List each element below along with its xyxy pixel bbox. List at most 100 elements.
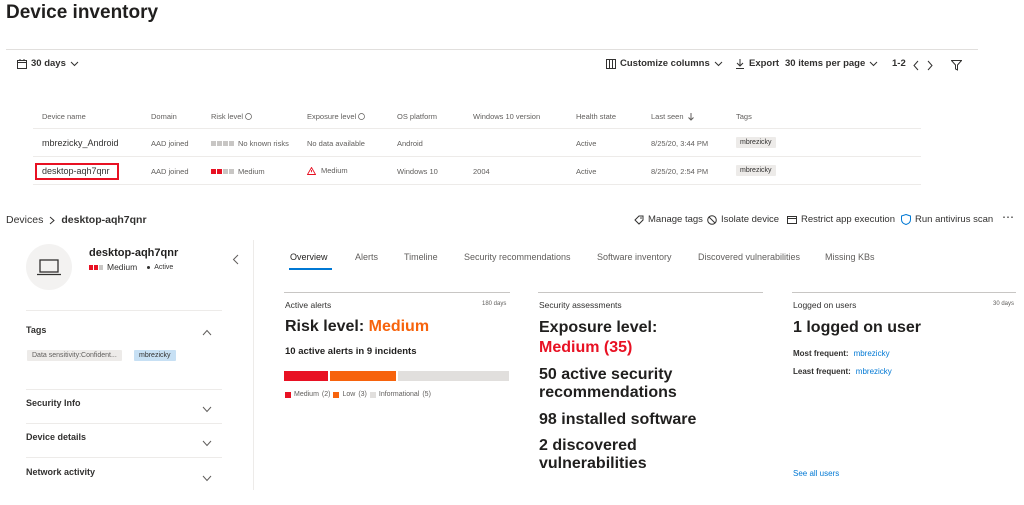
more-actions-icon[interactable]: ⋯ — [1002, 210, 1014, 224]
exposure-level-value: Medium (35) — [539, 339, 633, 356]
breadcrumb-devices-link[interactable]: Devices — [6, 214, 43, 226]
device-status-line: Medium Active — [89, 262, 173, 272]
column-header-device-name[interactable]: Device name — [42, 112, 86, 121]
logged-on-users-title: Logged on users — [793, 300, 857, 310]
os-platform-cell: Windows 10 — [397, 167, 438, 176]
chevron-left-icon — [232, 254, 239, 265]
device-details-expand[interactable] — [202, 434, 212, 452]
tab-discovered-vulnerabilities[interactable]: Discovered vulnerabilities — [698, 252, 800, 262]
section-divider — [26, 457, 222, 458]
legend-swatch-medium — [285, 391, 291, 398]
device-details-section[interactable]: Device details — [26, 432, 86, 442]
restrict-app-execution-label: Restrict app execution — [801, 214, 895, 225]
column-header-os-platform[interactable]: OS platform — [397, 112, 437, 121]
most-frequent-user-link[interactable]: mbrezicky — [854, 349, 890, 358]
chevron-right-icon — [50, 216, 56, 224]
least-frequent-label: Least frequent: — [793, 367, 851, 376]
filter-button[interactable] — [950, 58, 963, 76]
tags-section-label[interactable]: Tags — [26, 325, 46, 335]
risk-level-cell: Medium — [211, 167, 265, 176]
tag-icon — [634, 215, 644, 225]
device-risk-text: Medium — [107, 262, 138, 272]
items-per-page-select[interactable]: 30 items per page — [785, 58, 878, 69]
tag-badge: mbrezicky — [736, 137, 776, 148]
last-seen-header-label: Last seen — [651, 112, 684, 121]
alerts-legend: Medium (2) Low (3) Informational (5) — [285, 391, 431, 398]
device-name-cell[interactable]: desktop-aqh7qnr — [42, 166, 110, 176]
section-divider — [26, 423, 222, 424]
isolate-device-button[interactable]: Isolate device — [707, 214, 779, 225]
prev-page-button[interactable] — [912, 58, 920, 76]
tab-security-recommendations[interactable]: Security recommendations — [464, 252, 571, 262]
download-icon — [736, 58, 744, 69]
warning-icon — [307, 166, 316, 175]
section-divider — [26, 310, 222, 311]
chevron-right-icon — [927, 60, 933, 71]
run-antivirus-scan-button[interactable]: Run antivirus scan — [901, 214, 993, 225]
device-name-cell[interactable]: mbrezicky_Android — [42, 138, 119, 148]
sensitivity-tag: Data sensitivity:Confident... — [27, 350, 122, 361]
risk-level-header-label: Risk level — [211, 112, 244, 121]
export-button[interactable]: Export — [735, 58, 779, 69]
logged-on-users-period: 30 days — [993, 301, 1015, 307]
column-header-health-state[interactable]: Health state — [576, 112, 616, 121]
tags-collapse-button[interactable] — [202, 323, 212, 341]
manage-tags-button[interactable]: Manage tags — [634, 214, 703, 225]
collapse-panel-button[interactable] — [232, 252, 239, 270]
bar-segment-informational — [398, 371, 509, 381]
legend-info-label: Informational — [378, 391, 420, 398]
chevron-down-icon — [869, 61, 878, 66]
risk-level-bars — [89, 264, 103, 270]
exposure-level-cell: No data available — [307, 139, 365, 148]
risk-level-value: Medium — [368, 318, 430, 335]
tab-overview[interactable]: Overview — [290, 252, 328, 262]
column-header-last-seen[interactable]: Last seen — [651, 112, 694, 121]
column-header-tags[interactable]: Tags — [736, 112, 752, 121]
exposure-level-cell: Medium — [307, 166, 348, 175]
column-header-windows-version[interactable]: Windows 10 version — [473, 112, 540, 121]
tab-timeline[interactable]: Timeline — [404, 252, 438, 262]
period-filter[interactable]: 30 days — [17, 58, 79, 69]
security-info-expand[interactable] — [202, 400, 212, 418]
customize-columns-button[interactable]: Customize columns — [606, 58, 723, 69]
most-frequent-line: Most frequent: mbrezicky — [793, 349, 890, 358]
tab-missing-kbs[interactable]: Missing KBs — [825, 252, 875, 262]
discovered-vulnerabilities-count[interactable]: 2 discovered vulnerabilities — [539, 437, 719, 473]
tab-software-inventory[interactable]: Software inventory — [597, 252, 672, 262]
security-info-section[interactable]: Security Info — [26, 398, 81, 408]
section-divider — [26, 389, 222, 390]
legend-low-label: Low — [342, 391, 356, 398]
tab-alerts[interactable]: Alerts — [355, 252, 378, 262]
laptop-icon — [37, 259, 61, 276]
least-frequent-user-link[interactable]: mbrezicky — [856, 367, 892, 376]
active-dot-icon — [147, 265, 151, 269]
legend-info-count: (5) — [422, 391, 431, 398]
legend-swatch-informational — [369, 391, 376, 398]
column-header-risk-level[interactable]: Risk level — [211, 112, 252, 121]
legend-low-count: (3) — [358, 391, 367, 398]
column-header-exposure-level[interactable]: Exposure level — [307, 112, 366, 121]
network-activity-expand[interactable] — [202, 469, 212, 487]
user-tag: mbrezicky — [134, 350, 176, 361]
last-seen-cell: 8/25/20, 2:54 PM — [651, 167, 709, 176]
risk-level-text: No known risks — [238, 139, 289, 148]
legend-medium-count: (2) — [321, 391, 331, 398]
page-range: 1-2 — [892, 58, 906, 69]
chevron-down-icon — [202, 475, 212, 482]
installed-software-count[interactable]: 98 installed software — [539, 411, 696, 429]
tag-badge: mbrezicky — [736, 165, 776, 176]
chevron-down-icon — [202, 440, 212, 447]
restrict-app-execution-button[interactable]: Restrict app execution — [787, 214, 895, 225]
column-header-domain[interactable]: Domain — [151, 112, 177, 121]
alerts-summary: 10 active alerts in 9 incidents — [285, 346, 417, 357]
header-divider — [33, 128, 921, 129]
alerts-distribution-bar — [284, 371, 509, 381]
see-all-users-link[interactable]: See all users — [793, 469, 839, 478]
run-antivirus-scan-label: Run antivirus scan — [915, 214, 994, 225]
security-recommendations-count[interactable]: 50 active security recommendations — [539, 366, 739, 402]
network-activity-section[interactable]: Network activity — [26, 467, 95, 477]
exposure-level-header-label: Exposure level — [307, 112, 357, 121]
next-page-button[interactable] — [926, 58, 934, 76]
breadcrumb: Devices desktop-aqh7qnr — [6, 214, 147, 226]
device-state-text: Active — [154, 263, 174, 271]
